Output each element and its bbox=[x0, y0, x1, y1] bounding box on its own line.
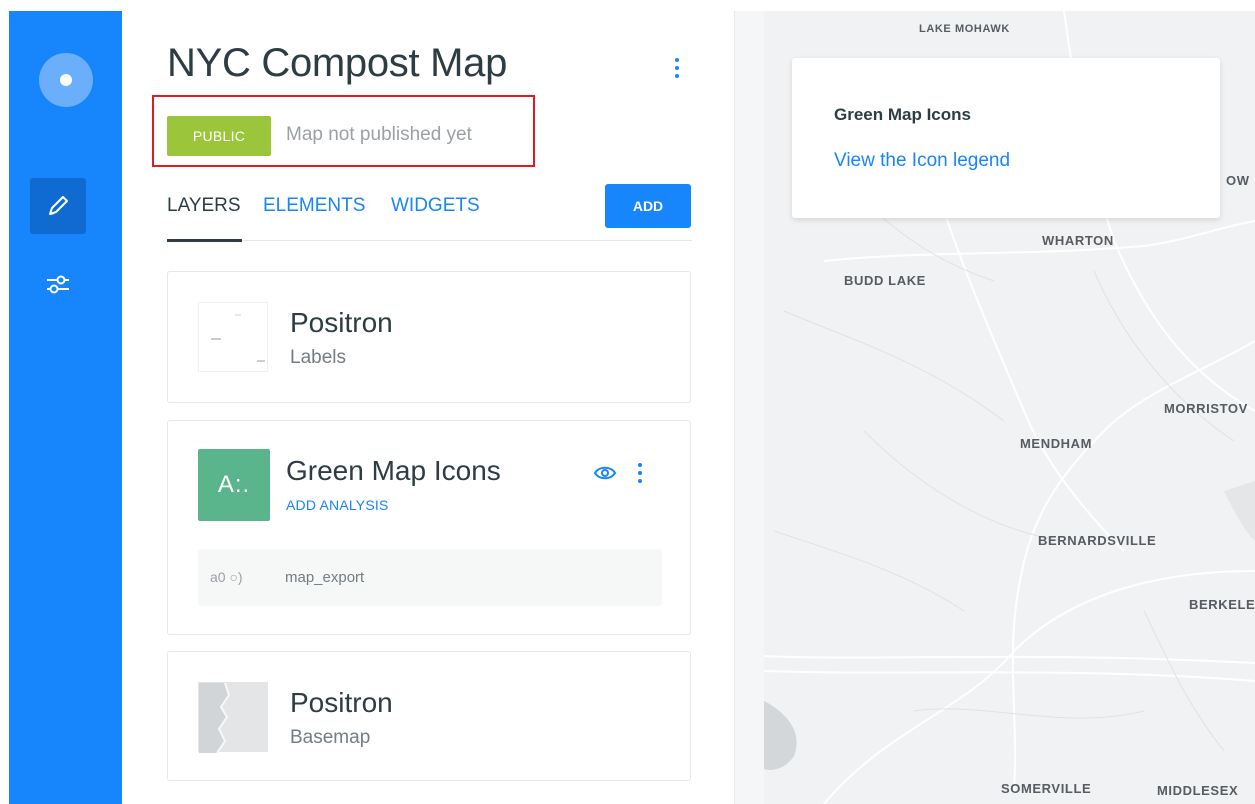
tab-elements[interactable]: ELEMENTS bbox=[263, 195, 365, 217]
tab-widgets[interactable]: WIDGETS bbox=[391, 195, 480, 217]
publish-status: Map not published yet bbox=[286, 124, 472, 145]
map-title[interactable]: NYC Compost Map bbox=[167, 41, 507, 86]
source-name: map_export bbox=[285, 569, 365, 586]
source-node[interactable]: a0 ○) map_export bbox=[198, 549, 662, 606]
map-label-berkeley: BERKELE bbox=[1189, 597, 1255, 612]
layer-type: Basemap bbox=[290, 727, 371, 748]
layer-card-basemap[interactable]: Positron Basemap bbox=[167, 651, 691, 781]
active-tab-indicator bbox=[167, 239, 242, 242]
kebab-icon bbox=[638, 463, 642, 483]
layer-letter-tile: A:. bbox=[198, 449, 270, 521]
legend-card: Green Map Icons View the Icon legend bbox=[792, 58, 1220, 218]
left-rail bbox=[9, 11, 122, 804]
map-label-somerville: SOMERVILLE bbox=[1001, 781, 1092, 796]
source-id: a0 ○) bbox=[210, 569, 243, 585]
add-button[interactable]: ADD bbox=[605, 184, 691, 228]
layer-name[interactable]: Positron bbox=[290, 307, 393, 339]
map-label-mendham: MENDHAM bbox=[1020, 436, 1093, 451]
layer-card-labels[interactable]: Positron Labels bbox=[167, 271, 691, 403]
add-analysis-link[interactable]: ADD ANALYSIS bbox=[286, 497, 389, 513]
eye-icon[interactable] bbox=[593, 463, 617, 483]
kebab-icon bbox=[675, 58, 679, 78]
map-label-lake-mohawk: LAKE MOHAWK bbox=[919, 23, 1010, 35]
map-canvas[interactable]: LAKE MOHAWK OW WHARTON BUDD LAKE MORRIST… bbox=[764, 11, 1255, 804]
map-label-middlesex: MIDDLESEX bbox=[1157, 783, 1239, 798]
map-label-morristown: MORRISTOV bbox=[1164, 401, 1248, 416]
layer-name[interactable]: Positron bbox=[290, 687, 393, 719]
edit-nav-button[interactable] bbox=[30, 178, 86, 234]
layer-thumbnail bbox=[198, 302, 268, 372]
legend-title: Green Map Icons bbox=[834, 105, 971, 124]
sliders-icon bbox=[47, 275, 69, 294]
map-label-bernardsville: BERNARDSVILLE bbox=[1038, 533, 1157, 548]
settings-nav-button[interactable] bbox=[30, 256, 86, 312]
pencil-icon bbox=[49, 196, 68, 215]
tab-layers[interactable]: LAYERS bbox=[167, 195, 241, 217]
layer-type: Labels bbox=[290, 347, 346, 368]
layer-card-green-map-icons[interactable]: A:. Green Map Icons ADD ANALYSIS a0 ○) m… bbox=[167, 420, 691, 635]
layer-options-button[interactable] bbox=[633, 459, 647, 487]
map-label-budd-lake: BUDD LAKE bbox=[844, 273, 926, 288]
basemap-thumbnail bbox=[198, 682, 268, 754]
editor-panel: NYC Compost Map PUBLIC Map not published… bbox=[122, 11, 734, 804]
legend-link[interactable]: View the Icon legend bbox=[834, 150, 1010, 172]
privacy-badge[interactable]: PUBLIC bbox=[167, 116, 271, 156]
map-options-button[interactable] bbox=[662, 51, 692, 85]
layer-name[interactable]: Green Map Icons bbox=[286, 455, 501, 487]
map-label-wharton: WHARTON bbox=[1042, 233, 1114, 248]
carto-logo-icon[interactable] bbox=[39, 53, 93, 107]
panel-divider[interactable] bbox=[734, 11, 764, 804]
map-label-cut: OW bbox=[1226, 173, 1250, 188]
